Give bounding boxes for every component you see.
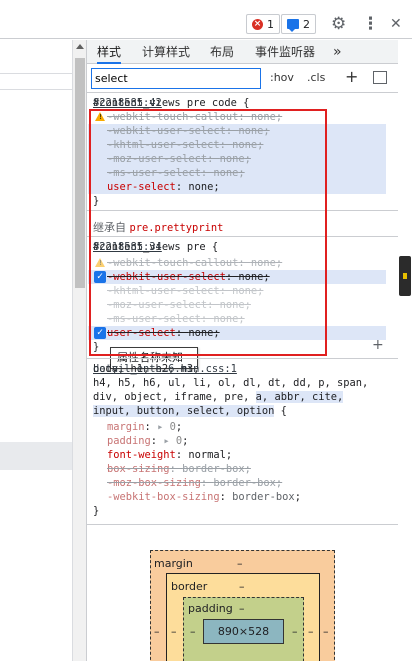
error-badge[interactable]: × 1 — [246, 14, 280, 34]
panel-tabs: 样式 计算样式 布局 事件监听器 » — [87, 40, 412, 64]
hov-button[interactable]: :hov — [270, 71, 294, 84]
divider — [0, 89, 72, 90]
boxmodel-content[interactable]: 890×528 — [203, 619, 284, 644]
message-badge[interactable]: 2 — [281, 14, 316, 34]
tab-event-listeners[interactable]: 事件监听器 — [255, 40, 315, 64]
declaration[interactable]: -moz-user-select: none; — [93, 152, 251, 166]
declaration[interactable]: box-sizing: border-box; — [93, 462, 251, 476]
padding-label: padding — [188, 602, 233, 615]
declaration[interactable]: -ms-user-select: none; — [93, 312, 245, 326]
resize-handle[interactable] — [399, 256, 411, 296]
rule-divider — [87, 210, 412, 211]
declaration[interactable]: padding: ▸ 0; — [93, 434, 188, 448]
message-count: 2 — [303, 17, 310, 31]
devtools-toolbar: × 1 2 ⚙ ⋮ ✕ — [0, 0, 412, 39]
declaration[interactable]: -ms-user-select: none; — [93, 166, 245, 180]
filter-bar: :hov .cls + — [87, 65, 412, 93]
error-icon: × — [252, 18, 263, 30]
tab-layout[interactable]: 布局 — [210, 40, 234, 64]
declaration[interactable]: font-weight: normal; — [93, 448, 232, 462]
rule-close-brace: } — [93, 505, 100, 517]
border-label: border — [171, 580, 208, 593]
tab-styles[interactable]: 样式 — [97, 40, 122, 64]
declaration[interactable]: -khtml-user-select: none; — [93, 138, 263, 152]
rule-selector[interactable]: div, object, iframe, pre, a, abbr, cite, — [93, 390, 344, 404]
margin-label: margin — [154, 557, 193, 570]
declaration[interactable]: -webkit-user-select: none; — [93, 124, 270, 138]
declaration[interactable]: -webkit-touch-callout: none; — [93, 110, 282, 124]
rule-selector[interactable]: input, button, select, option { — [93, 404, 287, 418]
cls-button[interactable]: .cls — [307, 71, 325, 84]
page-gray-strip — [0, 442, 72, 470]
margin-left-value[interactable]: – — [154, 625, 160, 638]
styles-filter-input[interactable] — [91, 68, 261, 89]
padding-right-value[interactable]: – — [292, 625, 298, 638]
error-count: 1 — [267, 17, 274, 31]
inherited-label: 继承自 — [93, 221, 126, 234]
border-left-value[interactable]: – — [171, 625, 177, 638]
rule-divider — [87, 524, 412, 525]
rule-source-link[interactable]: detail_ente…6.min.css:1 — [93, 362, 412, 376]
rule-close-brace: } — [93, 341, 100, 353]
rule-close-brace: } — [93, 195, 100, 207]
margin-right-value[interactable]: – — [323, 625, 329, 638]
rule-selector[interactable]: h4, h5, h6, ul, li, ol, dl, dt, dd, p, s… — [93, 376, 368, 390]
declaration[interactable]: -webkit-box-sizing: border-box; — [93, 490, 301, 504]
gear-icon[interactable]: ⚙ — [331, 15, 346, 33]
tab-computed[interactable]: 计算样式 — [142, 40, 190, 64]
declaration[interactable]: -moz-user-select: none; — [93, 298, 251, 312]
close-icon[interactable]: ✕ — [390, 15, 402, 33]
tabs-overflow-icon[interactable]: » — [333, 40, 342, 64]
padding-value[interactable]: – — [239, 602, 245, 615]
page-viewport — [0, 40, 72, 661]
declaration[interactable]: -webkit-user-select: none; — [93, 270, 270, 284]
divider — [0, 73, 72, 74]
toggle-sidebar-icon[interactable] — [373, 71, 387, 84]
inherited-selector[interactable]: pre.prettyprint — [130, 222, 224, 234]
declaration[interactable]: -moz-box-sizing: border-box; — [93, 476, 282, 490]
declaration[interactable]: -khtml-user-select: none; — [93, 284, 263, 298]
rule-divider — [87, 358, 412, 359]
margin-value[interactable]: – — [237, 557, 243, 570]
message-icon — [287, 19, 299, 32]
declaration[interactable]: -webkit-touch-callout: none; — [93, 256, 282, 270]
rule-source-link[interactable]: 82218585:42 — [93, 96, 412, 110]
styles-panel: 样式 计算样式 布局 事件监听器 » :hov .cls + #content_… — [86, 40, 412, 661]
rule-divider — [87, 236, 412, 237]
scrollbar-thumb[interactable] — [75, 58, 85, 288]
kebab-icon[interactable]: ⋮ — [362, 15, 379, 33]
declaration[interactable]: margin: ▸ 0; — [93, 420, 182, 434]
page-scrollbar[interactable] — [72, 40, 86, 661]
scroll-up-arrow-icon[interactable] — [76, 44, 84, 49]
declaration[interactable]: user-select: none; — [93, 180, 220, 194]
add-declaration-button[interactable]: + — [372, 337, 384, 353]
new-rule-button[interactable]: + — [345, 67, 358, 86]
border-right-value[interactable]: – — [308, 625, 314, 638]
border-value[interactable]: – — [239, 580, 245, 593]
padding-left-value[interactable]: – — [190, 625, 196, 638]
inherited-header: 继承自 pre.prettyprint — [93, 219, 223, 235]
rule-source-link[interactable]: 82218585:34 — [93, 240, 412, 254]
declaration[interactable]: user-select: none; — [93, 326, 220, 340]
panel-edge — [398, 40, 412, 661]
